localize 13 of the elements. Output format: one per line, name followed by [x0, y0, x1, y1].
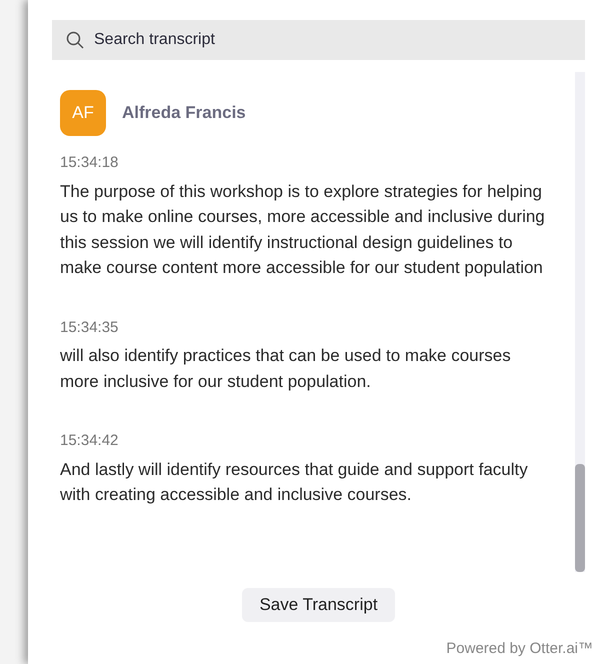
save-transcript-button[interactable]: Save Transcript: [242, 588, 395, 622]
timestamp: 15:34:35: [60, 318, 120, 338]
search-field[interactable]: Search transcript: [52, 20, 585, 60]
transcript-text: will also identify practices that can be used to make courses more inclusive for our student population.: [60, 345, 512, 392]
timestamp: 15:34:18: [60, 153, 120, 173]
scrollbar-track[interactable]: [575, 72, 585, 572]
transcript-text: And lastly will identify resources that guide and support faculty with creating accessible and inclusive courses.: [60, 458, 529, 506]
scrollbar-thumb[interactable]: [575, 464, 585, 572]
transcript-text: The purpose of this workshop is to explore strategies for helping us to make online courses, more accessible and inclusive during this session we will identify instructional design guidelines to make course content more accessible for our student population: [60, 180, 545, 279]
powered-by-text: Powered by Otter.ai™: [446, 638, 593, 658]
speaker-name: Alfreda Francis: [122, 102, 246, 124]
avatar: AF: [60, 90, 106, 136]
timestamp: 15:34:42: [60, 431, 120, 451]
